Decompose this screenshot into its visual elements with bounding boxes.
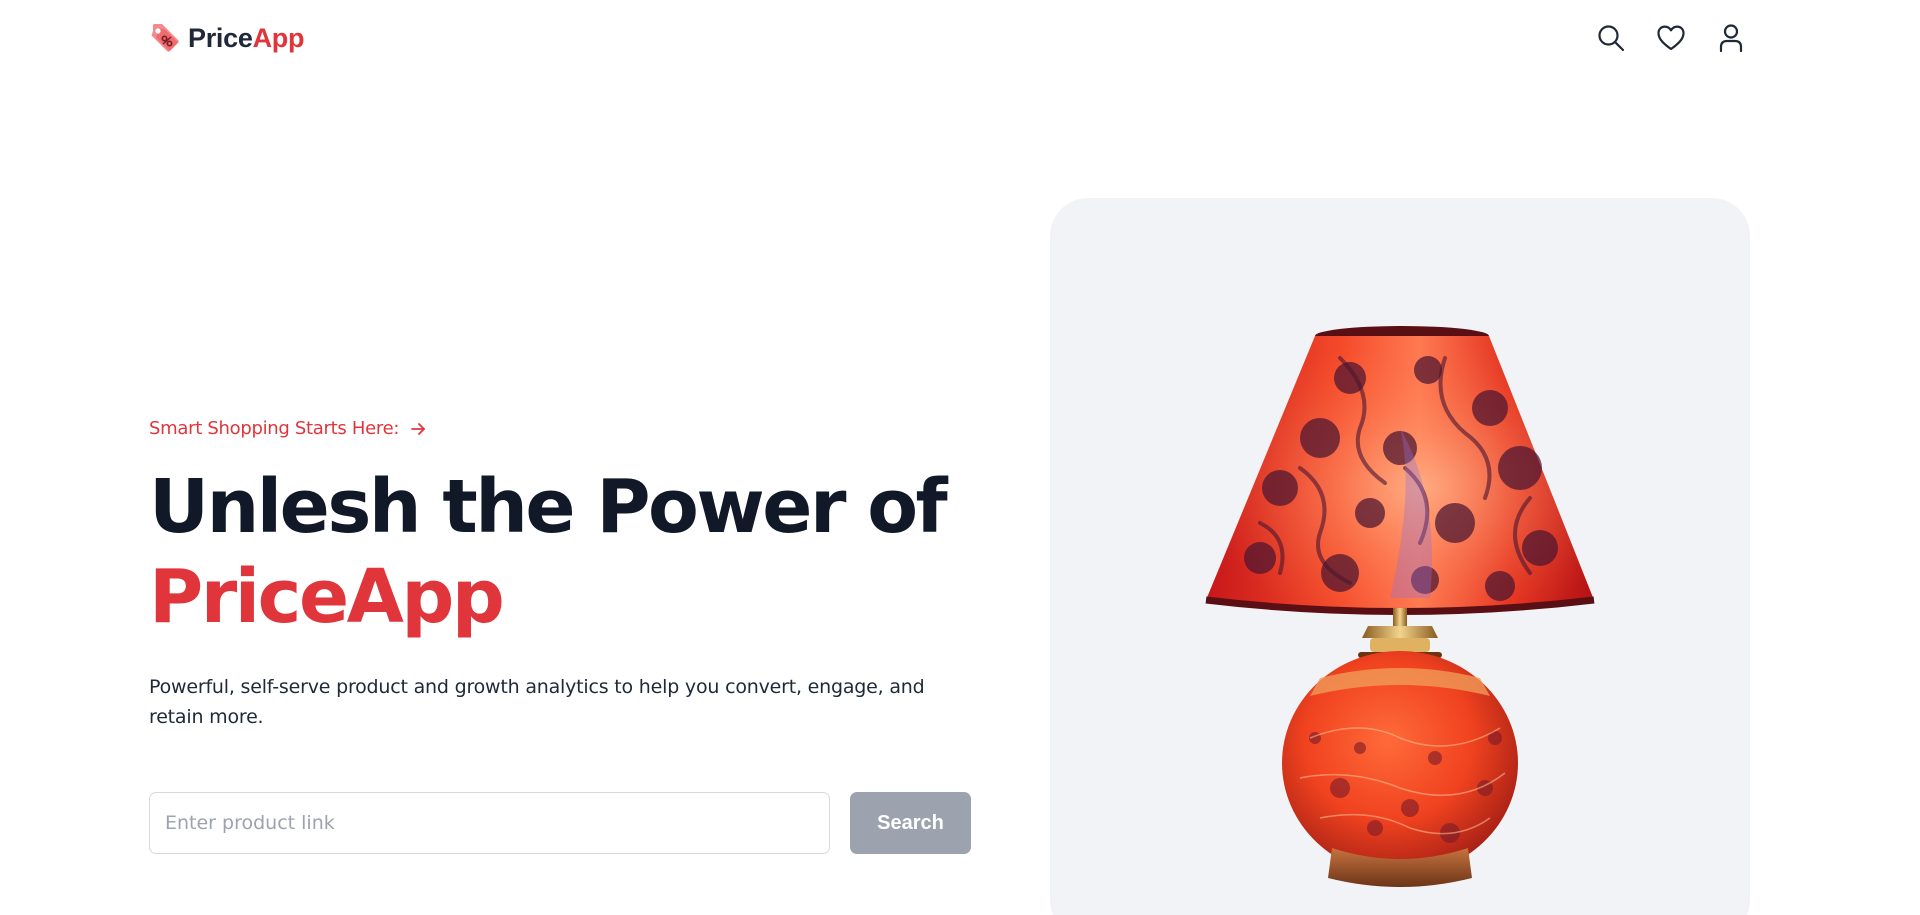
hero-description: Powerful, self-serve product and growth … <box>149 676 925 728</box>
hero-image-card <box>1050 198 1750 915</box>
headline-line-2-brand: PriceApp <box>149 554 505 640</box>
account-icon-button[interactable] <box>1716 23 1746 53</box>
eyebrow-link[interactable]: Smart Shopping Starts Here: <box>149 418 427 439</box>
header-icon-nav <box>1596 23 1746 53</box>
page: PriceApp Smart Shopping Starts Here: Unl… <box>0 0 1900 915</box>
product-link-input[interactable] <box>149 792 830 854</box>
arrow-right-icon <box>411 422 426 435</box>
search-icon <box>1598 25 1625 52</box>
heart-icon <box>1657 25 1685 51</box>
user-icon <box>1719 24 1743 53</box>
price-tag-icon <box>151 24 179 52</box>
logo-text-primary: Price <box>188 22 253 53</box>
hero-headline: Unlesh the Power of PriceApp <box>149 462 1009 642</box>
search-button[interactable]: Search <box>850 792 971 854</box>
search-icon-button[interactable] <box>1596 23 1626 53</box>
eyebrow-text: Smart Shopping Starts Here: <box>149 418 400 439</box>
headline-line-1: Unlesh the Power of <box>149 464 948 550</box>
table-lamp-illustration <box>1205 326 1595 887</box>
logo-link[interactable]: PriceApp <box>149 20 304 56</box>
logo-text-accent: App <box>252 22 305 53</box>
product-search-form: Search <box>149 792 971 854</box>
wishlist-icon-button[interactable] <box>1656 23 1686 53</box>
logo-text: PriceApp <box>188 23 304 54</box>
site-header: PriceApp <box>0 0 1900 78</box>
